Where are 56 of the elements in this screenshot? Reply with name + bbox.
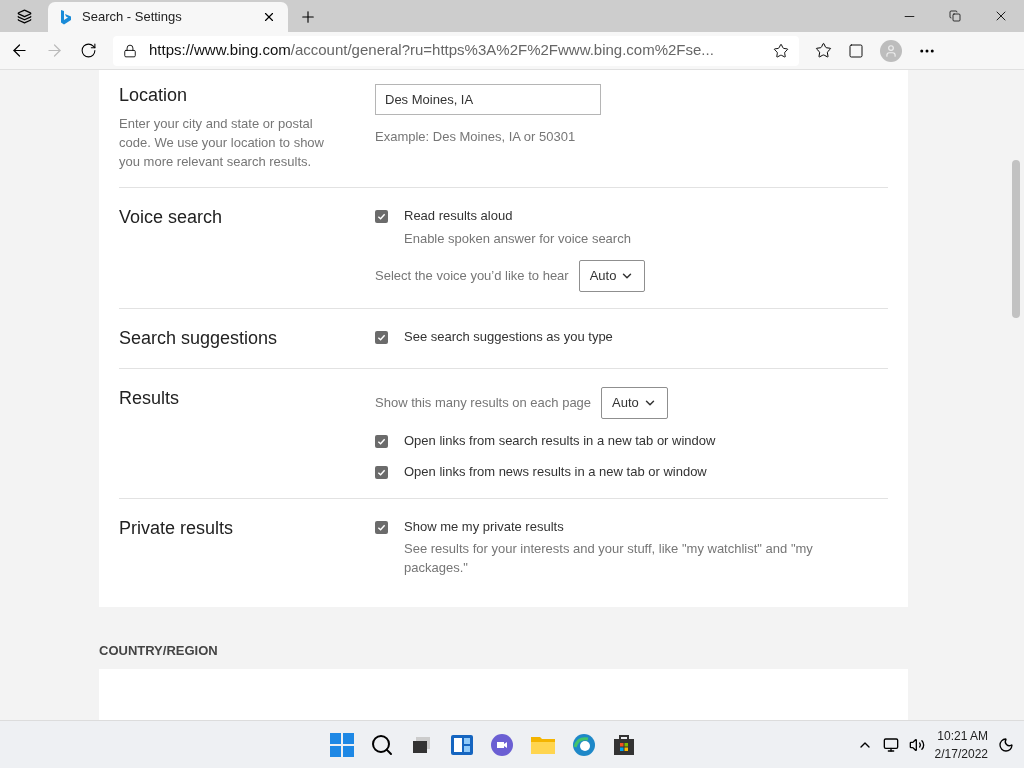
store-icon[interactable] xyxy=(612,732,637,757)
browser-tab[interactable]: Search - Settings xyxy=(48,2,288,32)
checkbox-description: See results for your interests and your stuff, like "my watchlist" and "my packages." xyxy=(404,540,814,577)
example-hint: Example: Des Moines, IA or 50301 xyxy=(375,128,577,146)
url-text: https://www.bing.com/account/general?ru=https%3A%2F%2Fwww.bing.com%2Fse... xyxy=(149,40,715,61)
checkbox-label[interactable]: Open links from search results in a new tab or window xyxy=(404,430,716,450)
select-label: Show this many results on each page xyxy=(375,393,592,412)
new-tab-icon[interactable] xyxy=(299,8,317,26)
dropdown[interactable]: Auto xyxy=(578,259,646,292)
volume-icon[interactable] xyxy=(908,736,925,753)
checkbox[interactable] xyxy=(375,434,388,448)
clock-time[interactable]: 10:21 AM xyxy=(937,726,988,745)
checkmark-icon xyxy=(377,522,386,532)
chat-icon[interactable] xyxy=(490,732,515,757)
refresh-icon[interactable] xyxy=(80,42,97,59)
location-input-field[interactable]: Des Moines, IA xyxy=(375,84,601,115)
checkbox[interactable] xyxy=(375,330,388,344)
select-label: Select the voice you’d like to hear xyxy=(375,266,569,285)
section-description: Enter your city and state or postal code. We use your location to show you more relevant search results. xyxy=(119,115,325,171)
favorites-icon[interactable] xyxy=(815,42,832,59)
moon-icon[interactable] xyxy=(998,736,1014,753)
clock-date[interactable]: 2/17/2022 xyxy=(934,744,988,763)
checkmark-icon xyxy=(377,436,386,446)
section-title: Results xyxy=(119,386,181,410)
tab-actions-icon[interactable] xyxy=(16,8,32,24)
windows-logo-icon[interactable] xyxy=(330,732,355,757)
lock-icon xyxy=(123,43,137,58)
address-bar[interactable]: https://www.bing.com/account/general?ru=https%3A%2F%2Fwww.bing.com%2Fse... xyxy=(113,35,799,66)
checkbox-label[interactable]: Open links from news results in a new tab or window xyxy=(404,462,707,482)
search-icon[interactable] xyxy=(370,732,395,757)
browser-icon[interactable] xyxy=(572,732,597,757)
section-title: Search suggestions xyxy=(119,326,279,350)
widgets-icon[interactable] xyxy=(450,732,475,757)
back-icon[interactable] xyxy=(10,41,29,60)
network-icon[interactable] xyxy=(882,736,899,753)
section-title: Location xyxy=(119,84,189,107)
dropdown[interactable]: Auto xyxy=(601,386,668,419)
checkmark-icon xyxy=(377,212,386,221)
checkbox-label[interactable]: Show me my private results xyxy=(404,516,822,536)
section-title: Private results xyxy=(119,516,235,540)
b-logo-icon xyxy=(60,9,72,25)
collections-icon[interactable] xyxy=(848,42,864,59)
checkbox-label[interactable]: Read results aloud xyxy=(404,206,631,226)
section-title: Voice search xyxy=(119,206,224,229)
close-icon[interactable] xyxy=(262,10,276,24)
section-heading: COUNTRY/REGION xyxy=(99,642,219,660)
checkbox[interactable] xyxy=(375,520,388,534)
checkmark-icon xyxy=(377,332,386,342)
add-favorite-icon[interactable] xyxy=(773,42,789,59)
restore-icon[interactable] xyxy=(949,10,961,22)
checkbox[interactable] xyxy=(375,466,388,479)
tab-title: Search - Settings xyxy=(82,8,183,27)
checkbox-description: Enable spoken answer for voice search xyxy=(404,229,631,248)
checkmark-icon xyxy=(377,468,386,477)
checkbox-label[interactable]: See search suggestions as you type xyxy=(404,326,613,346)
checkbox[interactable] xyxy=(375,210,388,223)
